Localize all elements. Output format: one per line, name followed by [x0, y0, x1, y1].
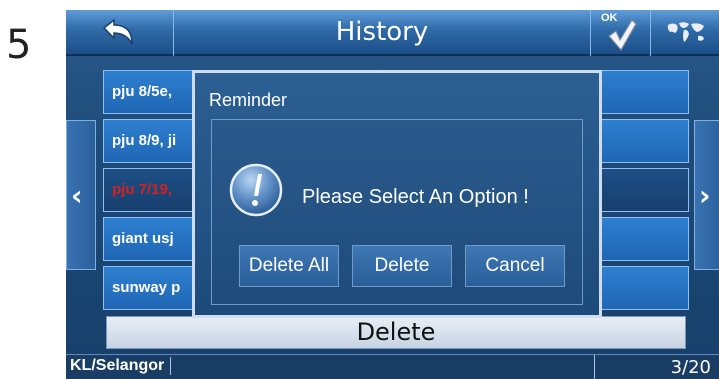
page-indicator: 3/20: [594, 355, 719, 379]
step-number: 5: [6, 22, 32, 68]
dialog-message: Please Select An Option !: [302, 186, 529, 208]
info-icon: [229, 163, 283, 217]
chevron-left-icon: ‹: [71, 179, 83, 212]
list-item-name: pju 8/5e,: [112, 83, 173, 100]
list-item-name: giant usj: [112, 230, 174, 247]
back-arrow-icon: [102, 18, 133, 45]
device-screen: History OK ‹ › pju 8/5e, pju 8/9, ji pju…: [66, 10, 719, 379]
dialog-title: Reminder: [209, 90, 288, 110]
ok-button[interactable]: OK: [590, 10, 650, 56]
delete-bar-button[interactable]: Delete: [106, 316, 686, 349]
status-bar: KL/Selangor 3/20: [66, 354, 719, 379]
cancel-button[interactable]: Cancel: [465, 245, 565, 287]
list-item-name: pju 8/9, ji: [112, 132, 177, 149]
list-item-name: pju 7/19,: [112, 181, 173, 198]
page-title: History: [335, 17, 429, 47]
delete-button[interactable]: Delete: [352, 245, 452, 287]
checkmark-icon: [608, 19, 637, 52]
back-button[interactable]: [66, 10, 174, 56]
delete-all-button[interactable]: Delete All: [239, 245, 339, 287]
next-page-button[interactable]: ›: [694, 120, 719, 270]
previous-page-button[interactable]: ‹: [66, 120, 96, 270]
region-label: KL/Selangor: [70, 357, 172, 375]
dialog-body: Please Select An Option ! Delete All Del…: [211, 119, 583, 305]
map-button[interactable]: [650, 10, 719, 56]
world-map-icon: [667, 22, 704, 42]
list-item-name: sunway p: [112, 279, 181, 296]
reminder-dialog: Reminder Please Select An Option ! Delet…: [192, 70, 602, 318]
chevron-right-icon: ›: [699, 179, 711, 212]
title-bar: History OK: [66, 10, 719, 56]
